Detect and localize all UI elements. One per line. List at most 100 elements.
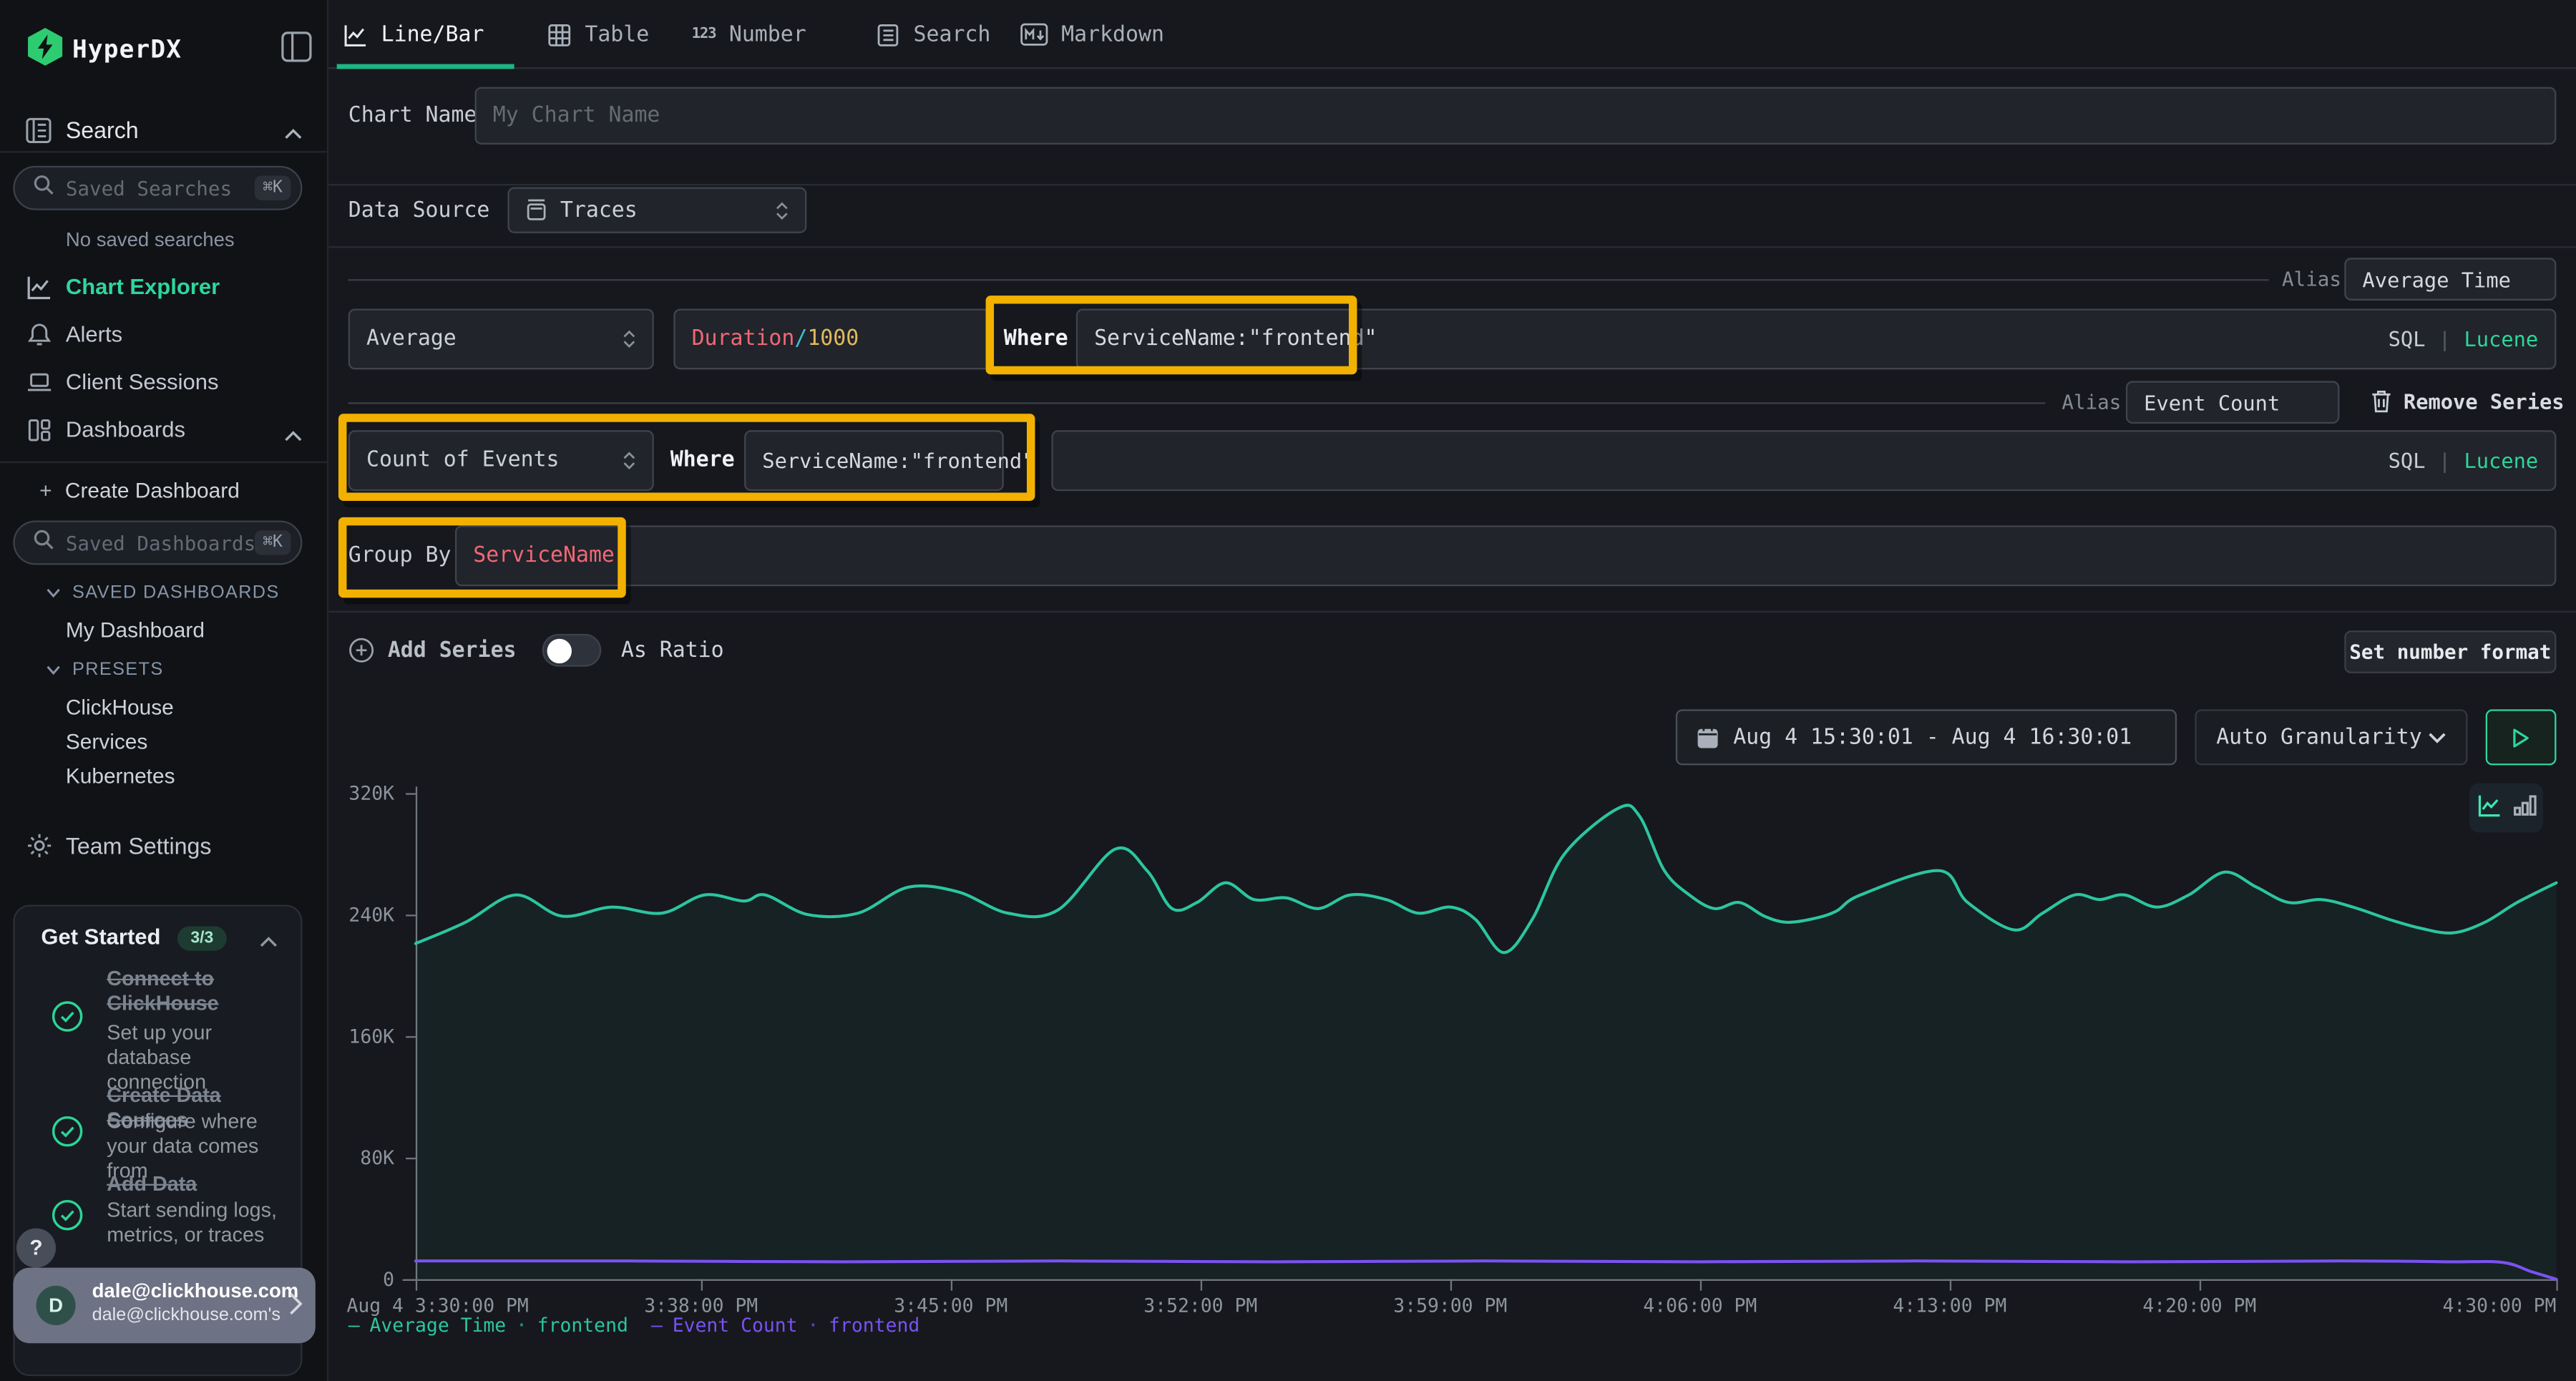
y-tick-label: 160K bbox=[328, 1025, 394, 1048]
sidebar-section-search[interactable]: Search bbox=[0, 108, 328, 154]
saved-dashboards-searchbox[interactable]: ⌘K bbox=[13, 520, 302, 565]
series1-where-field[interactable]: ServiceName:"frontend" SQL | Lucene bbox=[1076, 308, 2557, 369]
sidebar-item-kubernetes[interactable]: Kubernetes bbox=[66, 763, 175, 788]
markdown-icon bbox=[1020, 23, 1048, 46]
series1-aggregation-select[interactable]: Average bbox=[348, 308, 654, 369]
divider bbox=[0, 151, 328, 152]
chart-legend: — Average Time · frontend — Event Count … bbox=[348, 1314, 920, 1337]
check-circle-icon bbox=[51, 1115, 84, 1154]
select-chevrons-icon bbox=[776, 201, 789, 219]
help-button[interactable]: ? bbox=[16, 1229, 56, 1268]
series1-where-label: Where bbox=[1004, 327, 1068, 351]
legend-item-event-count[interactable]: — Event Count · frontend bbox=[651, 1314, 919, 1337]
series2-aggregation-select[interactable]: Count of Events bbox=[348, 430, 654, 491]
alias-label: Alias bbox=[2282, 268, 2341, 291]
toggle-knob bbox=[547, 638, 572, 663]
chevron-right-icon bbox=[289, 1292, 302, 1322]
sidebar-collapse-icon[interactable] bbox=[281, 31, 313, 63]
trash-icon bbox=[2371, 389, 2392, 414]
create-dashboard-button[interactable]: +Create Dashboard bbox=[39, 478, 240, 502]
group-by-label: Group By bbox=[348, 544, 452, 568]
chevron-up-icon[interactable] bbox=[260, 929, 278, 954]
series2-where-label: Where bbox=[670, 449, 735, 473]
get-started-item-title[interactable]: Connect to ClickHouse bbox=[107, 967, 291, 1017]
play-icon bbox=[2512, 726, 2529, 748]
sql-mode-button[interactable]: SQL bbox=[2389, 449, 2426, 473]
sidebar-item-client-sessions[interactable]: Client Sessions bbox=[0, 360, 328, 408]
x-tick-label: 4:06:00 PM bbox=[1601, 1294, 1799, 1317]
y-tick-label: 0 bbox=[328, 1268, 394, 1291]
check-circle-icon bbox=[51, 1199, 84, 1238]
avatar: D bbox=[36, 1286, 76, 1325]
sidebar-item-dashboards[interactable]: Dashboards bbox=[0, 407, 328, 455]
legend-swatch: — bbox=[348, 1314, 360, 1337]
circle-plus-icon bbox=[348, 637, 375, 663]
get-started-item-desc: Start sending logs, metrics, or traces bbox=[107, 1199, 291, 1248]
set-number-format-button[interactable]: Set number format bbox=[2344, 630, 2556, 673]
remove-series-button[interactable]: Remove Series bbox=[2371, 389, 2565, 414]
check-circle-icon bbox=[51, 1000, 84, 1040]
saved-dashboards-input[interactable] bbox=[66, 531, 255, 554]
sidebar-item-clickhouse[interactable]: ClickHouse bbox=[66, 695, 174, 719]
get-started-item-title[interactable]: Add Data bbox=[107, 1173, 291, 1197]
tab-line-bar[interactable]: Line/Bar bbox=[343, 0, 484, 69]
sidebar-item-services[interactable]: Services bbox=[66, 729, 147, 753]
series1-field-expression[interactable]: Duration/1000 bbox=[673, 308, 990, 369]
search-icon bbox=[33, 529, 54, 557]
tab-table[interactable]: Table bbox=[547, 0, 650, 69]
series1-alias-field[interactable]: Average Time bbox=[2344, 258, 2556, 301]
hyperdx-app: HyperDX Search ⌘K No saved searches bbox=[0, 0, 2576, 1381]
database-icon bbox=[526, 199, 547, 222]
data-source-label: Data Source bbox=[348, 199, 490, 223]
lucene-mode-button[interactable]: Lucene bbox=[2464, 327, 2539, 351]
tab-markdown[interactable]: Markdown bbox=[1020, 0, 1164, 69]
presets-section-header[interactable]: PRESETS bbox=[46, 660, 163, 680]
search-results-icon bbox=[876, 22, 900, 47]
chart-name-field[interactable] bbox=[475, 87, 2557, 145]
legend-swatch: — bbox=[651, 1314, 663, 1337]
sql-mode-button[interactable]: SQL bbox=[2389, 327, 2426, 351]
y-tick-label: 320K bbox=[328, 781, 394, 804]
add-series-button[interactable]: Add Series bbox=[348, 637, 517, 663]
divider bbox=[328, 611, 2576, 613]
get-started-title: Get Started bbox=[41, 924, 160, 949]
sidebar-item-chart-explorer[interactable]: Chart Explorer bbox=[0, 264, 328, 312]
app-title: HyperDX bbox=[72, 34, 182, 64]
saved-searches-searchbox[interactable]: ⌘K bbox=[13, 166, 302, 210]
group-by-field[interactable]: ServiceName bbox=[455, 525, 2556, 586]
series2-search-field[interactable]: SQL | Lucene bbox=[1051, 430, 2556, 491]
user-email: dale@clickhouse.com bbox=[92, 1279, 299, 1302]
saved-dashboards-section-header[interactable]: SAVED DASHBOARDS bbox=[46, 583, 279, 603]
lucene-mode-button[interactable]: Lucene bbox=[2464, 449, 2539, 473]
chart-type-tabbar: Line/Bar Table 123 Number Search Markdow… bbox=[328, 0, 2576, 69]
x-tick-label: 4:30:00 PM bbox=[2421, 1294, 2556, 1317]
tab-search[interactable]: Search bbox=[876, 0, 991, 69]
saved-searches-input[interactable] bbox=[66, 177, 255, 200]
series2-where-field[interactable]: ServiceName:"frontend" bbox=[744, 430, 1004, 491]
calendar-icon bbox=[1697, 726, 1719, 748]
chart-svg[interactable] bbox=[403, 747, 2563, 1325]
sidebar: HyperDX Search ⌘K No saved searches bbox=[0, 0, 328, 1381]
bell-icon bbox=[26, 322, 53, 355]
hyperdx-logo-icon bbox=[28, 28, 62, 72]
user-account-chip[interactable]: D dale@clickhouse.com dale@clickhouse.co… bbox=[13, 1268, 315, 1344]
y-tick-label: 80K bbox=[328, 1146, 394, 1169]
divider bbox=[328, 246, 2576, 248]
legend-item-average-time[interactable]: — Average Time · frontend bbox=[348, 1314, 628, 1337]
dashboard-grid-icon bbox=[26, 417, 53, 450]
divider bbox=[348, 402, 2046, 404]
select-chevrons-icon bbox=[623, 330, 635, 348]
series2-alias-field[interactable]: Event Count bbox=[2126, 381, 2339, 424]
sidebar-item-team-settings[interactable]: Team Settings bbox=[0, 823, 328, 871]
sidebar-item-alerts[interactable]: Alerts bbox=[0, 312, 328, 360]
as-ratio-toggle[interactable] bbox=[542, 634, 602, 667]
chevron-up-icon bbox=[284, 424, 302, 448]
divider bbox=[0, 462, 328, 463]
chart-name-input[interactable] bbox=[493, 104, 2538, 128]
search-icon bbox=[33, 174, 54, 202]
x-tick-label: 3:59:00 PM bbox=[1352, 1294, 1549, 1317]
123-icon: 123 bbox=[692, 26, 716, 43]
tab-number[interactable]: 123 Number bbox=[692, 0, 806, 69]
sidebar-item-my-dashboard[interactable]: My Dashboard bbox=[66, 618, 205, 642]
data-source-select[interactable]: Traces bbox=[507, 187, 806, 233]
